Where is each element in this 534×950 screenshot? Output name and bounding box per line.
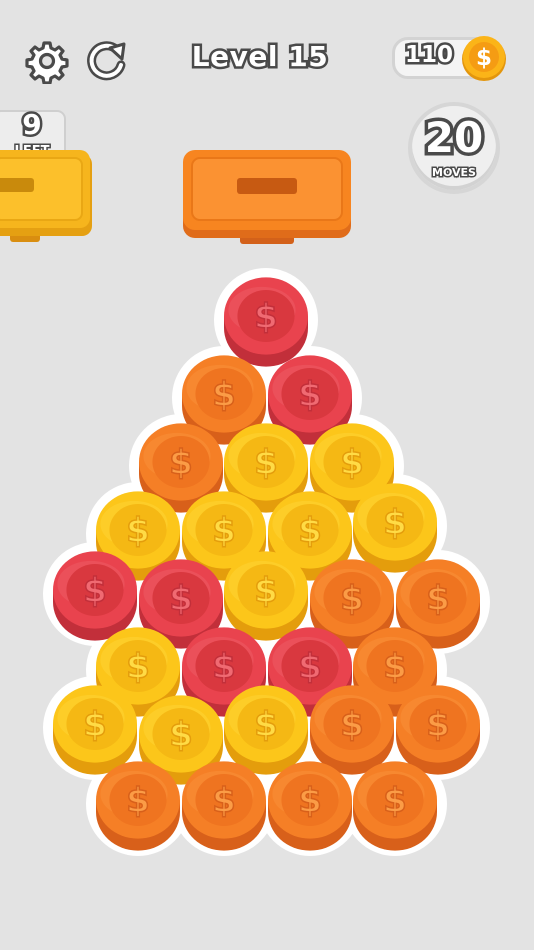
dollar-sign-icon: $	[383, 647, 407, 687]
dollar-sign-icon: $	[83, 705, 107, 745]
dollar-sign-icon: $	[426, 705, 450, 745]
dollar-sign-icon: $	[383, 781, 407, 821]
coin-board[interactable]: $ $ $ $ $ $ $ $ $ $ $ $ $ $ $ $ $ $ $ $ $ $ $ $ $ $ $ $	[0, 0, 534, 950]
dollar-sign-icon: $	[298, 511, 322, 551]
dollar-sign-icon: $	[126, 511, 150, 551]
dollar-sign-icon: $	[254, 571, 278, 611]
dollar-sign-icon: $	[298, 781, 322, 821]
dollar-sign-icon: $	[169, 443, 193, 483]
dollar-sign-icon: $	[298, 375, 322, 415]
dollar-sign-icon: $	[169, 715, 193, 755]
dollar-sign-icon: $	[254, 297, 278, 337]
dollar-sign-icon: $	[340, 579, 364, 619]
dollar-sign-icon: $	[212, 375, 236, 415]
dollar-sign-icon: $	[340, 443, 364, 483]
coin-stack-red[interactable]: $	[224, 277, 308, 367]
dollar-sign-icon: $	[212, 781, 236, 821]
dollar-sign-icon: $	[426, 579, 450, 619]
dollar-sign-icon: $	[212, 511, 236, 551]
coin-stack-yellow[interactable]: $	[53, 685, 137, 775]
dollar-sign-icon: $	[169, 579, 193, 619]
dollar-sign-icon: $	[126, 781, 150, 821]
dollar-sign-icon: $	[126, 647, 150, 687]
dollar-sign-icon: $	[254, 705, 278, 745]
coin-stack-yellow[interactable]: $	[224, 685, 308, 775]
coin-stack-orange[interactable]: $	[353, 761, 437, 851]
coin-stack-orange[interactable]: $	[310, 685, 394, 775]
coin-stack-red[interactable]: $	[53, 551, 137, 641]
coin-stack-orange[interactable]: $	[268, 761, 352, 851]
coin-stack-orange[interactable]: $	[96, 761, 180, 851]
dollar-sign-icon: $	[340, 705, 364, 745]
dollar-sign-icon: $	[298, 647, 322, 687]
dollar-sign-icon: $	[212, 647, 236, 687]
dollar-sign-icon: $	[254, 443, 278, 483]
dollar-sign-icon: $	[83, 571, 107, 611]
coin-stack-orange[interactable]: $	[182, 761, 266, 851]
coin-stack-yellow[interactable]: $	[353, 483, 437, 573]
coin-stack-orange[interactable]: $	[396, 685, 480, 775]
dollar-sign-icon: $	[383, 503, 407, 543]
coin-stack-yellow[interactable]: $	[224, 551, 308, 641]
